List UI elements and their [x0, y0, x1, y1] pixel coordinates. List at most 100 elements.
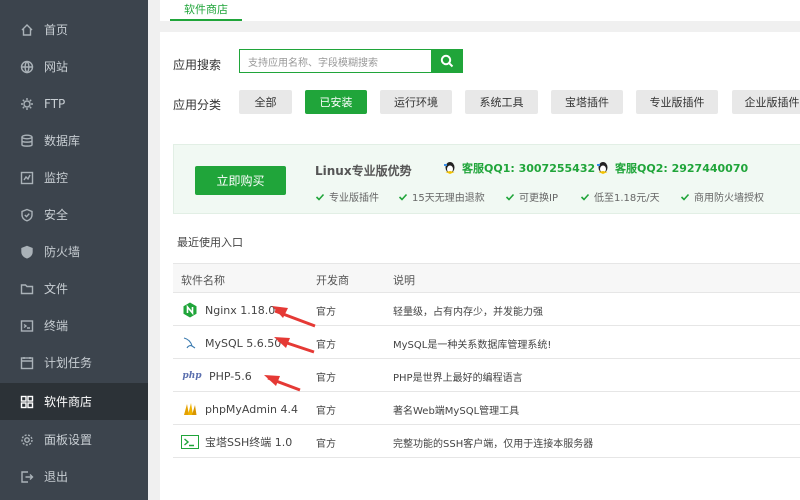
developer-cell: 官方: [316, 373, 336, 384]
sidebar-item-cron[interactable]: 计划任务: [0, 344, 148, 381]
software-name[interactable]: MySQL 5.6.50: [205, 337, 281, 350]
sidebar-item-label: 网站: [44, 60, 69, 74]
software-name[interactable]: phpMyAdmin 4.4: [205, 403, 298, 416]
feature-item: 商用防火墙授权: [680, 189, 764, 204]
recent-entries-label: 最近使用入口: [177, 236, 243, 249]
sidebar-item-firewall[interactable]: 防火墙: [0, 233, 148, 270]
sidebar-item-monitor[interactable]: 监控: [0, 159, 148, 196]
qq1-contact[interactable]: 客服QQ1: 3007255432: [442, 160, 595, 176]
buy-now-button[interactable]: 立即购买: [195, 166, 286, 195]
sidebar-item-label: 数据库: [44, 134, 81, 148]
sidebar-item-label: 防火墙: [44, 245, 81, 259]
category-runtime-button[interactable]: 运行环境: [380, 90, 452, 114]
category-pro-plugins-button[interactable]: 专业版插件: [636, 90, 718, 114]
developer-cell: 官方: [316, 307, 336, 318]
home-icon: [20, 23, 34, 37]
gear-icon: [20, 433, 34, 447]
description-cell: MySQL是一种关系数据库管理系统!: [393, 340, 552, 351]
qq-icon: [597, 162, 608, 174]
feature-item: 专业版插件: [315, 189, 379, 204]
qq-icon: [444, 162, 455, 174]
sidebar-item-label: 终端: [44, 319, 69, 333]
feature-item: 低至1.18元/天: [580, 189, 660, 204]
sidebar: 首页 网站 FTP 数据库 监控 安全 防火墙 文件 终端 计划任务 软件商店: [0, 0, 148, 500]
nginx-icon: [181, 302, 199, 318]
software-name[interactable]: 宝塔SSH终端 1.0: [205, 434, 292, 450]
column-header-name: 软件名称: [181, 274, 225, 287]
monitor-icon: [20, 171, 34, 185]
php-icon: php: [182, 371, 202, 381]
software-name[interactable]: PHP-5.6: [209, 370, 252, 383]
ftp-icon: [20, 97, 34, 111]
folder-icon: [20, 282, 34, 296]
sidebar-item-home[interactable]: 首页: [0, 11, 148, 48]
category-all-button[interactable]: 全部: [239, 90, 292, 114]
category-bt-plugins-button[interactable]: 宝塔插件: [551, 90, 623, 114]
category-system-tools-button[interactable]: 系统工具: [465, 90, 538, 114]
qq2-label: 客服QQ2: 2927440070: [615, 162, 749, 175]
database-icon: [20, 134, 34, 148]
search-label: 应用搜索: [173, 58, 222, 72]
check-icon: [315, 193, 325, 201]
mysql-icon: [181, 335, 199, 351]
globe-icon: [20, 60, 34, 74]
sidebar-item-ftp[interactable]: FTP: [0, 85, 148, 122]
check-icon: [505, 193, 515, 201]
description-cell: 著名Web端MySQL管理工具: [393, 406, 520, 417]
sidebar-item-database[interactable]: 数据库: [0, 122, 148, 159]
sidebar-item-files[interactable]: 文件: [0, 270, 148, 307]
sidebar-item-label: 安全: [44, 208, 69, 222]
terminal-icon: [20, 319, 34, 333]
firewall-icon: [20, 245, 34, 259]
description-cell: 完整功能的SSH客户端，仅用于连接本服务器: [393, 439, 594, 450]
clock-icon: [20, 356, 34, 370]
software-table: 软件名称 开发商 说明 Nginx 1.18.0 官方 轻量级，占有内存少，并发…: [173, 263, 800, 458]
search-icon: [440, 54, 454, 68]
table-row[interactable]: php PHP-5.6 官方 PHP是世界上最好的编程语言: [173, 359, 800, 392]
category-enterprise-plugins-button[interactable]: 企业版插件: [732, 90, 800, 114]
sidebar-item-label: 软件商店: [44, 395, 93, 409]
apps-icon: [20, 395, 34, 409]
sidebar-item-security[interactable]: 安全: [0, 196, 148, 233]
sidebar-item-website[interactable]: 网站: [0, 48, 148, 85]
check-icon: [680, 193, 690, 201]
column-header-description: 说明: [393, 274, 415, 287]
promo-title: Linux专业版优势: [315, 164, 412, 178]
feature-item: 15天无理由退款: [398, 189, 485, 204]
description-cell: PHP是世界上最好的编程语言: [393, 373, 523, 384]
tab-app-store[interactable]: 软件商店: [170, 0, 242, 21]
sidebar-item-label: 首页: [44, 23, 69, 37]
table-row[interactable]: Nginx 1.18.0 官方 轻量级，占有内存少，并发能力强: [173, 293, 800, 326]
category-installed-button[interactable]: 已安装: [305, 90, 367, 114]
search-button[interactable]: [431, 49, 463, 73]
sidebar-item-settings[interactable]: 面板设置: [0, 421, 148, 458]
phpmyadmin-icon: [181, 401, 199, 417]
main-panel: 应用搜索 支持应用名称、字段模糊搜索 应用分类 全部 已安装 运行环境 系统工具…: [160, 32, 800, 500]
check-icon: [580, 193, 590, 201]
sidebar-item-terminal[interactable]: 终端: [0, 307, 148, 344]
pro-promo-banner: 立即购买 Linux专业版优势 客服QQ1: 3007255432 客服QQ2:…: [173, 144, 800, 214]
developer-cell: 官方: [316, 439, 336, 450]
column-header-developer: 开发商: [316, 274, 349, 287]
sidebar-item-logout[interactable]: 退出: [0, 458, 148, 495]
software-name[interactable]: Nginx 1.18.0: [205, 304, 275, 317]
sidebar-item-label: 文件: [44, 282, 69, 296]
table-row[interactable]: MySQL 5.6.50 官方 MySQL是一种关系数据库管理系统!: [173, 326, 800, 359]
sidebar-item-app-store[interactable]: 软件商店: [0, 383, 148, 420]
feature-item: 可更换IP: [505, 189, 558, 204]
ssh-terminal-icon: [181, 434, 199, 450]
category-label: 应用分类: [173, 98, 222, 112]
check-icon: [398, 193, 408, 201]
table-header: 软件名称 开发商 说明: [173, 264, 800, 293]
developer-cell: 官方: [316, 340, 336, 351]
description-cell: 轻量级，占有内存少，并发能力强: [393, 307, 543, 318]
qq2-contact[interactable]: 客服QQ2: 2927440070: [595, 160, 748, 176]
search-input[interactable]: 支持应用名称、字段模糊搜索: [239, 49, 431, 73]
top-tab-bar: 软件商店: [160, 0, 800, 21]
qq1-label: 客服QQ1: 3007255432: [462, 162, 596, 175]
sidebar-item-label: 面板设置: [44, 433, 93, 447]
sidebar-item-label: 监控: [44, 171, 69, 185]
table-row[interactable]: phpMyAdmin 4.4 官方 著名Web端MySQL管理工具: [173, 392, 800, 425]
table-row[interactable]: 宝塔SSH终端 1.0 官方 完整功能的SSH客户端，仅用于连接本服务器: [173, 425, 800, 458]
logout-icon: [20, 470, 34, 484]
